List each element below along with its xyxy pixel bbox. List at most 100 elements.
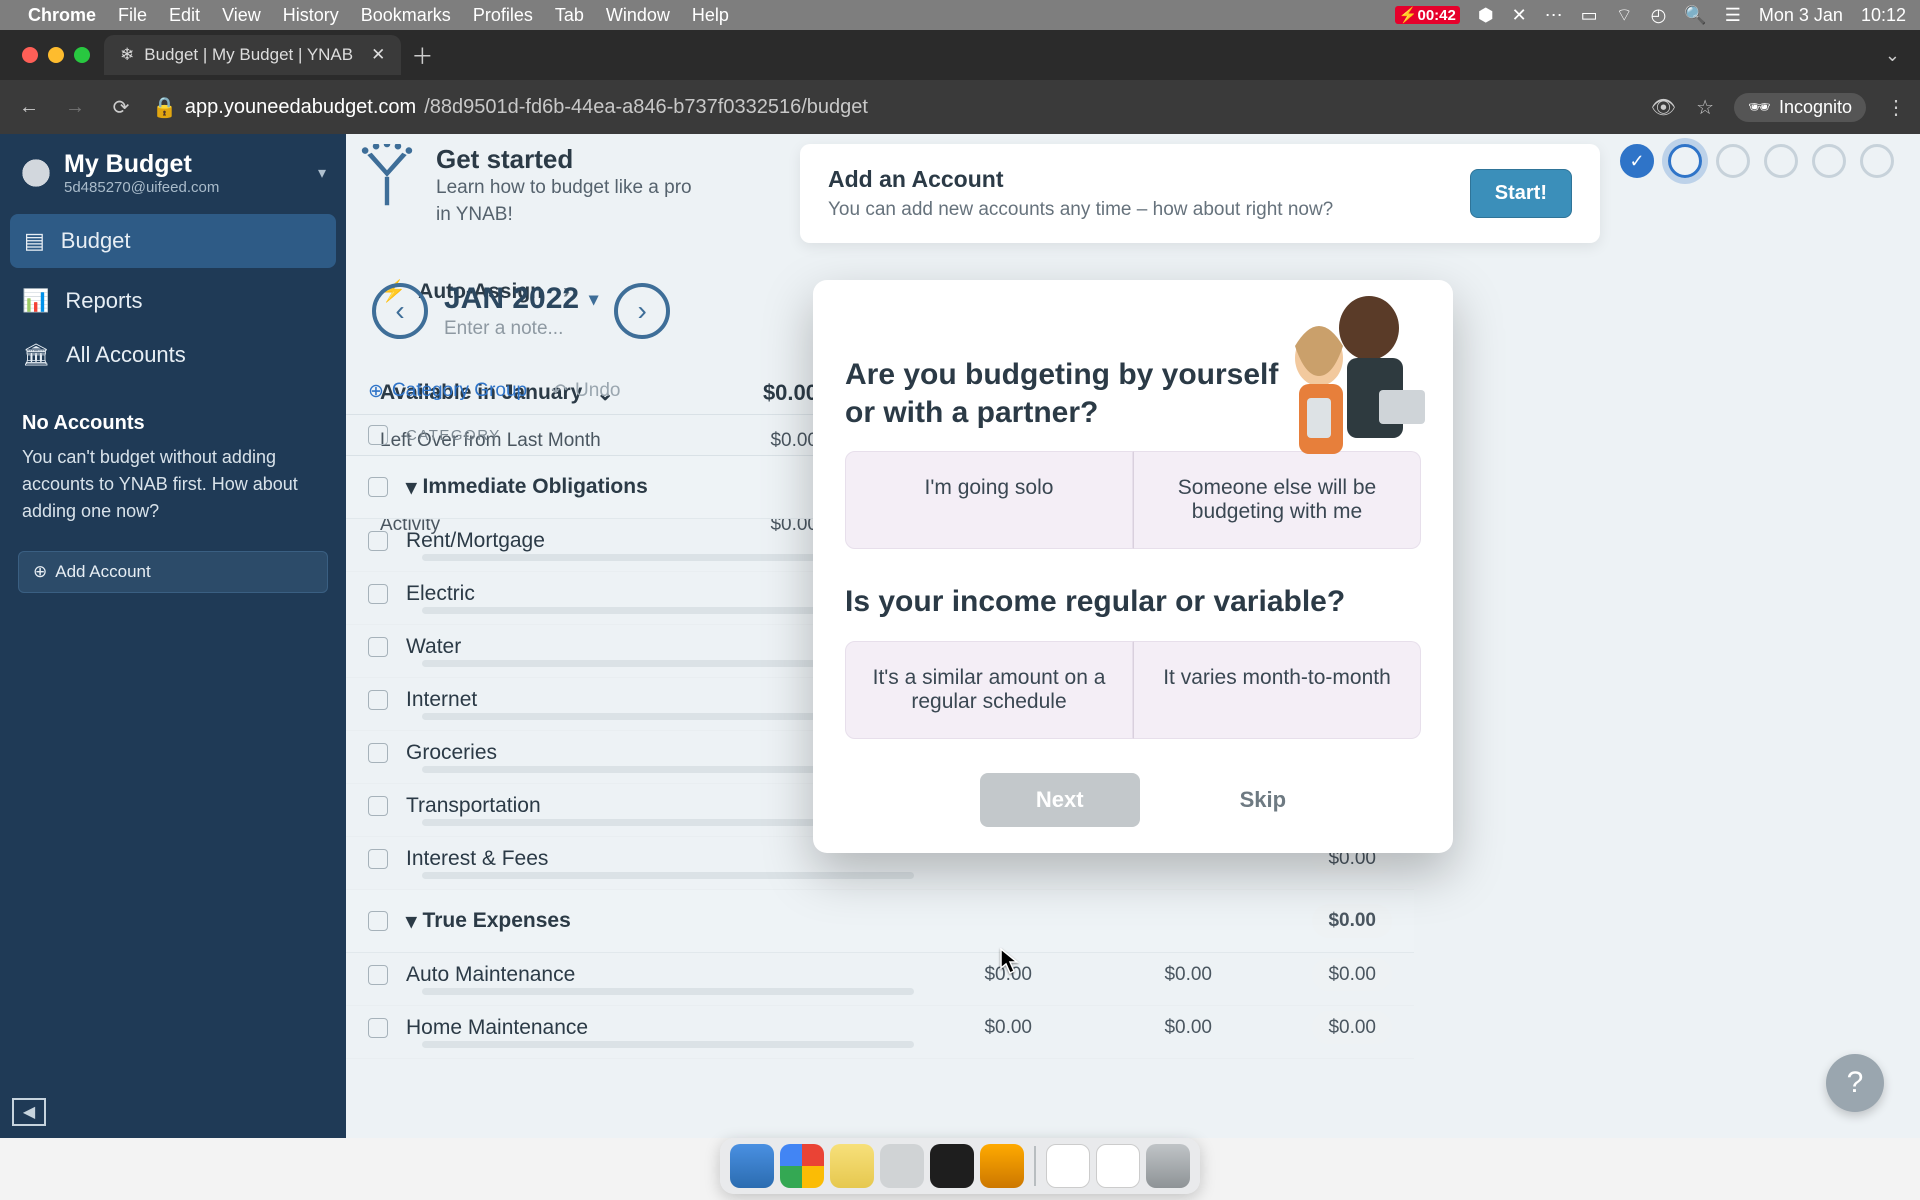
step-5[interactable] <box>1812 144 1846 178</box>
close-window-button[interactable] <box>22 47 38 63</box>
skip-button[interactable]: Skip <box>1240 787 1286 813</box>
control-icon[interactable]: ☰ <box>1725 5 1741 26</box>
next-month-button[interactable]: › <box>614 283 670 339</box>
category-name: Internet <box>406 688 852 712</box>
menu-window[interactable]: Window <box>606 5 670 26</box>
category-row[interactable]: Home Maintenance$0.00$0.00$0.00 <box>346 1006 1414 1059</box>
menu-edit[interactable]: Edit <box>169 5 200 26</box>
category-name: Electric <box>406 582 852 606</box>
choice-variable[interactable]: It varies month-to-month <box>1133 641 1421 739</box>
dock-chrome-icon[interactable] <box>780 1144 824 1188</box>
group-checkbox[interactable] <box>368 911 388 931</box>
url-path: /88d9501d-fd6b-44ea-a846-b737f0332516/bu… <box>424 96 868 119</box>
collapse-triangle-icon[interactable]: ▾ <box>406 909 417 934</box>
card-subtitle: You can add new accounts any time – how … <box>828 199 1333 221</box>
row-checkbox[interactable] <box>368 743 388 763</box>
menu-app[interactable]: Chrome <box>28 5 96 26</box>
dock-finder-icon[interactable] <box>730 1144 774 1188</box>
back-button[interactable]: ← <box>14 96 44 119</box>
undo-button[interactable]: ↶ Undo <box>551 380 620 403</box>
budget-email: 5d485270@uifeed.com <box>64 179 219 196</box>
menu-bookmarks[interactable]: Bookmarks <box>361 5 451 26</box>
getstarted-card: Add an Account You can add new accounts … <box>800 144 1600 243</box>
ynab-logo-icon <box>352 144 422 214</box>
tab-dropdown-icon[interactable]: ⌄ <box>1885 45 1900 66</box>
dock-notes-icon[interactable] <box>830 1144 874 1188</box>
lock-icon: 🔒 <box>152 95 177 120</box>
star-icon[interactable]: ☆ <box>1696 95 1714 120</box>
dock-app-icon[interactable] <box>980 1144 1024 1188</box>
row-checkbox[interactable] <box>368 796 388 816</box>
step-1-done[interactable]: ✓ <box>1620 144 1654 178</box>
incognito-label: Incognito <box>1779 97 1852 118</box>
prev-month-button[interactable]: ‹ <box>372 283 428 339</box>
dock-file-icon[interactable] <box>1096 1144 1140 1188</box>
kebab-menu-icon[interactable]: ⋮ <box>1886 95 1906 120</box>
menu-history[interactable]: History <box>283 5 339 26</box>
step-3[interactable] <box>1716 144 1750 178</box>
choice-solo[interactable]: I'm going solo <box>845 451 1133 549</box>
select-all-checkbox[interactable] <box>368 425 388 445</box>
chrome-tab-strip: ❄ Budget | My Budget | YNAB ✕ ＋ ⌄ <box>0 30 1920 80</box>
add-category-group[interactable]: ⊕ Category Group <box>368 380 527 403</box>
row-checkbox[interactable] <box>368 1018 388 1038</box>
step-4[interactable] <box>1764 144 1798 178</box>
budget-switcher[interactable]: My Budget 5d485270@uifeed.com ▾ <box>0 134 346 208</box>
step-6[interactable] <box>1860 144 1894 178</box>
menu-time[interactable]: 10:12 <box>1861 5 1906 26</box>
no-accounts-body: You can't budget without adding accounts… <box>22 444 324 525</box>
assigned-cell[interactable]: $0.00 <box>852 1017 1032 1039</box>
status-icon[interactable]: ⋯ <box>1545 5 1563 26</box>
maximize-window-button[interactable] <box>74 47 90 63</box>
row-checkbox[interactable] <box>368 849 388 869</box>
collapse-sidebar[interactable]: ◀ <box>0 1086 346 1138</box>
add-account-button[interactable]: ⊕ Add Account <box>18 551 328 593</box>
minimize-window-button[interactable] <box>48 47 64 63</box>
step-2-active[interactable] <box>1668 144 1702 178</box>
dock-terminal-icon[interactable] <box>930 1144 974 1188</box>
dock-app-icon[interactable] <box>880 1144 924 1188</box>
no-accounts-panel: No Accounts You can't budget without add… <box>0 390 346 543</box>
status-icon[interactable]: ✕ <box>1512 5 1527 26</box>
nav-all-accounts[interactable]: 🏛 All Accounts <box>0 328 346 382</box>
month-label[interactable]: JAN 2022 ▾ <box>444 282 598 316</box>
wifi-icon[interactable]: ⌔ <box>1616 4 1633 27</box>
month-note-input[interactable]: Enter a note... <box>444 318 598 340</box>
status-icon[interactable]: ⬢ <box>1478 5 1494 26</box>
choice-regular[interactable]: It's a similar amount on a regular sched… <box>845 641 1133 739</box>
menu-date[interactable]: Mon 3 Jan <box>1759 5 1843 26</box>
category-name: Water <box>406 635 852 659</box>
incognito-badge[interactable]: 🕶 Incognito <box>1734 93 1866 122</box>
search-icon[interactable]: 🔍 <box>1684 5 1706 26</box>
menu-file[interactable]: File <box>118 5 147 26</box>
battery-icon[interactable]: ▭ <box>1581 5 1598 26</box>
chevron-down-icon: ▾ <box>318 163 326 183</box>
row-checkbox[interactable] <box>368 584 388 604</box>
start-button[interactable]: Start! <box>1470 169 1572 218</box>
row-checkbox[interactable] <box>368 531 388 551</box>
row-checkbox[interactable] <box>368 965 388 985</box>
address-bar[interactable]: 🔒 app.youneedabudget.com/88d9501d-fd6b-4… <box>152 95 868 120</box>
category-row[interactable]: Auto Maintenance$0.00$0.00$0.00 <box>346 953 1414 1006</box>
eye-off-icon[interactable]: 👁 <box>1651 95 1676 120</box>
control-center-icon[interactable]: ◴ <box>1651 5 1667 26</box>
browser-tab[interactable]: ❄ Budget | My Budget | YNAB ✕ <box>104 35 401 75</box>
dock-trash-icon[interactable] <box>1146 1144 1190 1188</box>
menu-view[interactable]: View <box>222 5 261 26</box>
nav-budget[interactable]: ▤ Budget <box>10 214 336 268</box>
new-tab-button[interactable]: ＋ <box>411 39 433 71</box>
group-checkbox[interactable] <box>368 477 388 497</box>
collapse-triangle-icon[interactable]: ▾ <box>406 475 417 500</box>
nav-reports[interactable]: 📊 Reports <box>0 274 346 328</box>
dock-file-icon[interactable] <box>1046 1144 1090 1188</box>
row-checkbox[interactable] <box>368 690 388 710</box>
menu-tab[interactable]: Tab <box>555 5 584 26</box>
next-button[interactable]: Next <box>980 773 1140 827</box>
category-group[interactable]: ▾True Expenses$0.00 <box>346 890 1414 953</box>
help-fab[interactable]: ? <box>1826 1054 1884 1112</box>
menu-help[interactable]: Help <box>692 5 729 26</box>
reload-button[interactable]: ⟳ <box>106 95 136 120</box>
tab-close-icon[interactable]: ✕ <box>371 45 385 65</box>
menu-profiles[interactable]: Profiles <box>473 5 533 26</box>
row-checkbox[interactable] <box>368 637 388 657</box>
